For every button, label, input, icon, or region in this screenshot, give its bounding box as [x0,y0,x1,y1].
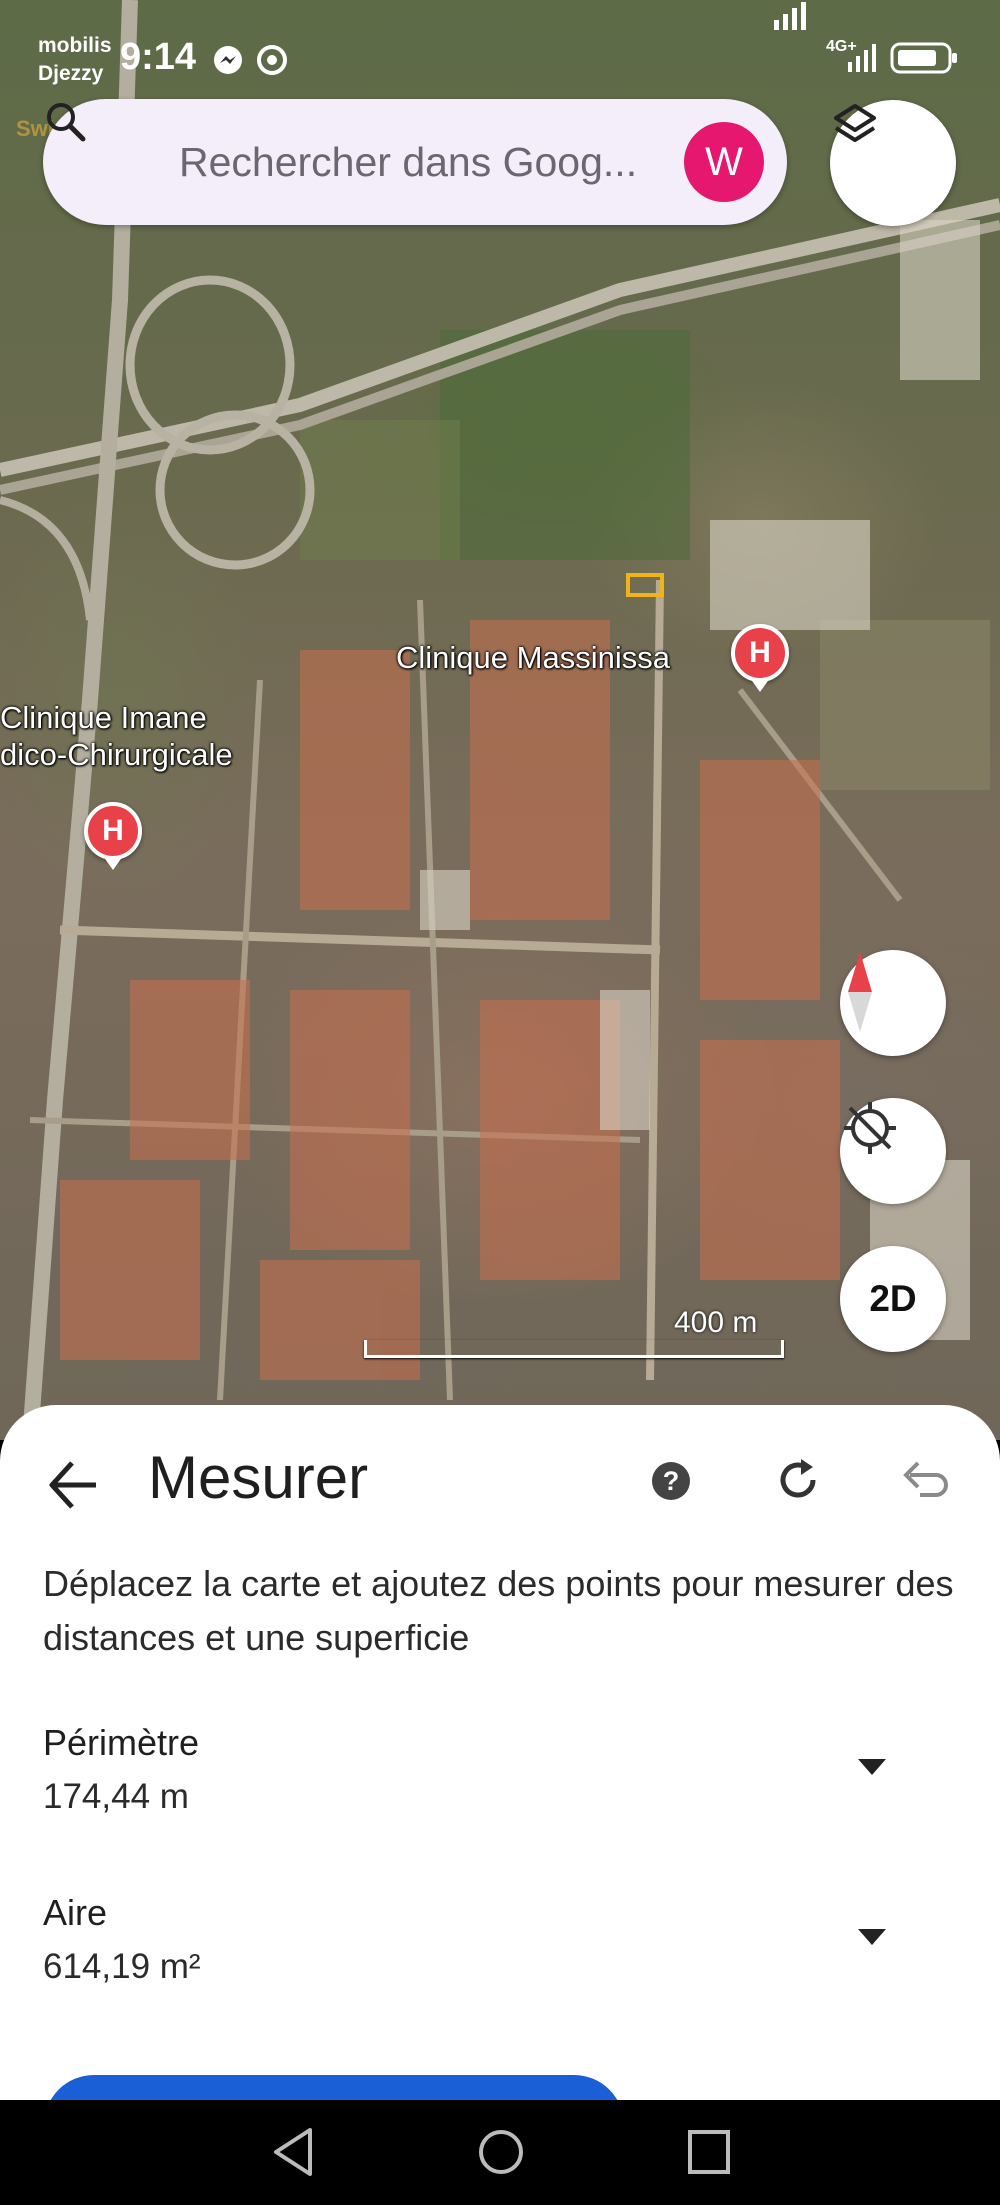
perimeter-row[interactable]: Périmètre 174,44 m [43,1718,943,1822]
place-label-massinissa[interactable]: Clinique Massinissa [396,639,670,676]
sheet-title: Mesurer [148,1444,369,1511]
system-navigation-bar [0,2100,1000,2205]
nav-recents-icon[interactable] [686,2126,732,2178]
signal-icon [774,2,806,30]
location-disabled-icon [844,1102,896,1154]
measure-bottom-sheet: Mesurer ? Déplacez la carte et ajoutez d… [0,1405,1000,2100]
help-icon[interactable]: ? [652,1462,690,1500]
area-label: Aire [43,1892,108,1933]
view-mode-2d-button[interactable]: 2D [840,1246,946,1352]
measure-instructions: Déplacez la carte et ajoutez des points … [43,1563,954,1658]
search-input[interactable] [179,133,699,191]
place-label-imane[interactable]: Clinique Imane dico-Chirurgicale [0,699,233,773]
area-row[interactable]: Aire 614,19 m² [43,1888,943,1992]
carrier-2: Djezzy [38,62,104,85]
place-label-imane-line2: dico-Chirurgicale [0,737,233,773]
map-scale-label: 400 m [674,1306,758,1339]
sheet-header: Mesurer ? [0,1405,1000,1555]
hospital-pin-imane[interactable]: H [84,802,142,860]
undo-icon[interactable] [900,1457,950,1503]
area-chevron-down-icon[interactable] [858,1929,886,1945]
whatsapp-icon [257,45,287,75]
place-label-imane-line1: Clinique Imane [0,700,207,735]
account-avatar[interactable]: W [684,122,764,202]
battery-icon [890,42,957,74]
signal-2-icon [848,44,876,72]
search-bar[interactable]: W [43,99,787,225]
layers-button[interactable] [830,100,956,226]
nav-home-icon[interactable] [476,2126,526,2178]
hospital-pin-massinissa[interactable]: H [731,624,789,682]
search-icon [47,103,86,142]
carrier-names: mobilis Djezzy [38,32,112,88]
back-arrow-icon[interactable] [44,1455,104,1515]
clock: 9:14 [120,36,197,78]
messenger-icon [214,46,242,74]
compass-button[interactable] [840,950,946,1056]
area-value: 614,19 m² [43,1947,201,1986]
primary-action-button[interactable] [44,2075,624,2100]
location-off-button[interactable] [840,1098,946,1204]
map-scale-bar [364,1340,784,1358]
perimeter-label: Périmètre [43,1722,200,1763]
satellite-map[interactable]: mobilis Djezzy 9:14 4G+ Swiga | سويقة [0,0,1000,1440]
carrier-1: mobilis [38,34,112,57]
nav-back-icon[interactable] [270,2126,316,2178]
status-bar: mobilis Djezzy 9:14 4G+ [0,0,1000,100]
reset-icon[interactable] [773,1455,823,1505]
perimeter-value: 174,44 m [43,1777,189,1816]
layers-icon [834,104,876,142]
perimeter-chevron-down-icon[interactable] [858,1759,886,1775]
compass-icon [848,952,872,1032]
